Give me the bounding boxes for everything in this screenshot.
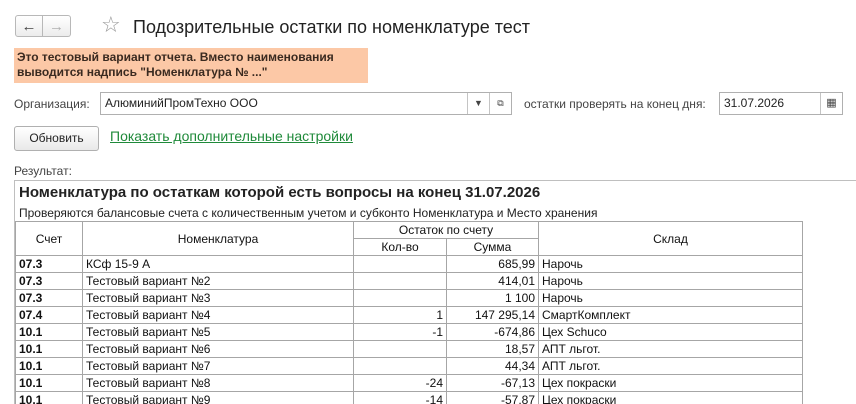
table-row[interactable]: 10.1 Тестовый вариант №9 -14 -57,87 Цех покр…	[15, 391, 803, 404]
header-account: Счет	[15, 221, 83, 256]
cell-account[interactable]: 10.1	[15, 340, 83, 358]
calendar-icon[interactable]: ▦	[820, 93, 842, 114]
star-icon[interactable]: ☆	[101, 14, 121, 36]
arrow-left-icon: ←	[21, 17, 37, 35]
result-label: Результат:	[14, 164, 72, 178]
date-field[interactable]: 31.07.2026 ▦	[719, 92, 843, 115]
report-panel: Номенклатура по остаткам которой есть во…	[14, 180, 856, 404]
arrow-right-icon: →	[49, 17, 64, 35]
cell-qty[interactable]	[353, 357, 447, 375]
header-balance: Остаток по счету	[353, 221, 539, 239]
cell-sum[interactable]: 18,57	[446, 340, 539, 358]
cell-item[interactable]: Тестовый вариант №3	[82, 289, 354, 307]
table-row[interactable]: 07.4 Тестовый вариант №4 1 147 295,14 СмартК…	[15, 306, 803, 324]
header-sum: Сумма	[446, 238, 539, 256]
cell-sum[interactable]: -67,13	[446, 374, 539, 392]
cell-item[interactable]: Тестовый вариант №7	[82, 357, 354, 375]
cell-account[interactable]: 10.1	[15, 357, 83, 375]
cell-item[interactable]: Тестовый вариант №9	[82, 391, 354, 404]
window-title: Подозрительные остатки по номенклатуре т…	[133, 17, 531, 37]
cell-warehouse[interactable]: АПТ льгот.	[538, 340, 803, 358]
cell-qty[interactable]: 1	[353, 306, 447, 324]
open-icon[interactable]: ⧉	[489, 93, 511, 114]
cell-qty[interactable]	[353, 255, 447, 273]
organization-field[interactable]: АлюминийПромТехно ООО ▼ ⧉	[100, 92, 512, 115]
cell-item[interactable]: Тестовый вариант №8	[82, 374, 354, 392]
cell-qty[interactable]	[353, 340, 447, 358]
date-value: 31.07.2026	[724, 96, 785, 110]
cell-qty[interactable]	[353, 289, 447, 307]
cell-account[interactable]: 07.3	[15, 289, 83, 307]
cell-account[interactable]: 10.1	[15, 374, 83, 392]
report-rows: 07.3 КСф 15-9 А 685,99 Нарочь 07.3 Тестовый в…	[15, 255, 803, 404]
table-row[interactable]: 10.1 Тестовый вариант №7 44,34 АПТ льгот.	[15, 357, 803, 375]
cell-warehouse[interactable]: Нарочь	[538, 289, 803, 307]
cell-sum[interactable]: 44,34	[446, 357, 539, 375]
show-settings-link[interactable]: Показать дополнительные настройки	[110, 128, 353, 144]
cell-item[interactable]: Тестовый вариант №6	[82, 340, 354, 358]
cell-warehouse[interactable]: Цех Schuco	[538, 323, 803, 341]
table-row[interactable]: 10.1 Тестовый вариант №8 -24 -67,13 Цех покр…	[15, 374, 803, 392]
cell-sum[interactable]: 1 100	[446, 289, 539, 307]
cell-item[interactable]: Тестовый вариант №2	[82, 272, 354, 290]
cell-account[interactable]: 07.3	[15, 255, 83, 273]
report-table: Счет Номенклатура Остаток по счету Склад…	[15, 221, 803, 404]
header-qty: Кол-во	[353, 238, 447, 256]
cell-sum[interactable]: 685,99	[446, 255, 539, 273]
cell-account[interactable]: 07.3	[15, 272, 83, 290]
cell-warehouse[interactable]: АПТ льгот.	[538, 357, 803, 375]
cell-account[interactable]: 10.1	[15, 323, 83, 341]
report-title: Номенклатура по остаткам которой есть во…	[19, 184, 541, 201]
organization-label: Организация:	[14, 97, 90, 111]
report-subtitle: Проверяются балансовые счета с количеств…	[19, 206, 598, 220]
table-row[interactable]: 07.3 Тестовый вариант №3 1 100 Нарочь	[15, 289, 803, 307]
cell-account[interactable]: 10.1	[15, 391, 83, 404]
cell-item[interactable]: КСф 15-9 А	[82, 255, 354, 273]
cell-sum[interactable]: 414,01	[446, 272, 539, 290]
table-row[interactable]: 10.1 Тестовый вариант №6 18,57 АПТ льгот.	[15, 340, 803, 358]
warning-line-1: Это тестовый вариант отчета. Вместо наим…	[17, 50, 334, 64]
table-row[interactable]: 10.1 Тестовый вариант №5 -1 -674,86 Цех Schu…	[15, 323, 803, 341]
header-item: Номенклатура	[82, 221, 354, 256]
warning-line-2: выводится надпись "Номенклатура № ..."	[17, 65, 268, 79]
cell-warehouse[interactable]: Цех покраски	[538, 391, 803, 404]
cell-qty[interactable]: -14	[353, 391, 447, 404]
cell-sum[interactable]: 147 295,14	[446, 306, 539, 324]
cell-qty[interactable]: -1	[353, 323, 447, 341]
cell-warehouse[interactable]: Нарочь	[538, 255, 803, 273]
cell-qty[interactable]: -24	[353, 374, 447, 392]
header-warehouse: Склад	[538, 221, 803, 256]
table-row[interactable]: 07.3 Тестовый вариант №2 414,01 Нарочь	[15, 272, 803, 290]
cell-warehouse[interactable]: СмартКомплект	[538, 306, 803, 324]
cell-account[interactable]: 07.4	[15, 306, 83, 324]
test-warning-banner: Это тестовый вариант отчета. Вместо наим…	[14, 48, 368, 83]
organization-value: АлюминийПромТехно ООО	[105, 96, 258, 110]
refresh-button[interactable]: Обновить	[14, 126, 99, 151]
cell-sum[interactable]: -674,86	[446, 323, 539, 341]
forward-button[interactable]: →	[43, 15, 71, 37]
table-row[interactable]: 07.3 КСф 15-9 А 685,99 Нарочь	[15, 255, 803, 273]
cell-warehouse[interactable]: Нарочь	[538, 272, 803, 290]
cell-qty[interactable]	[353, 272, 447, 290]
back-button[interactable]: ←	[15, 15, 43, 37]
cell-sum[interactable]: -57,87	[446, 391, 539, 404]
dropdown-arrow-icon[interactable]: ▼	[467, 93, 489, 114]
cell-item[interactable]: Тестовый вариант №4	[82, 306, 354, 324]
date-label: остатки проверять на конец дня:	[524, 97, 706, 111]
cell-warehouse[interactable]: Цех покраски	[538, 374, 803, 392]
cell-item[interactable]: Тестовый вариант №5	[82, 323, 354, 341]
